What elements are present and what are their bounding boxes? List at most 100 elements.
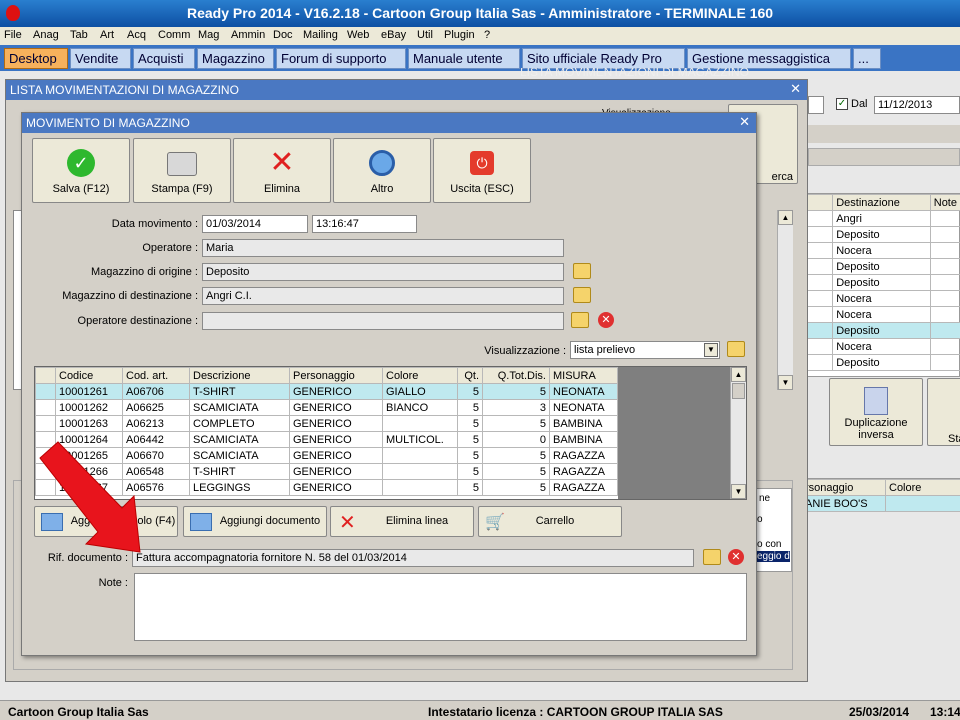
bg-strip-a <box>808 125 960 143</box>
menu-mailing[interactable]: Mailing <box>303 29 338 41</box>
time-field[interactable]: 13:16:47 <box>312 215 417 233</box>
list-item[interactable]: Nocera <box>794 242 960 259</box>
clear-icon[interactable]: ✕ <box>728 549 744 565</box>
red-x-icon: ✕ <box>339 512 356 534</box>
menu-mag[interactable]: Mag <box>198 29 219 41</box>
scroll-down-icon[interactable]: ▼ <box>778 375 793 390</box>
dal-label: Dal <box>851 98 868 110</box>
menu-file[interactable]: File <box>4 29 22 41</box>
list-item[interactable]: Deposito <box>794 226 960 243</box>
list-item[interactable]: Deposito <box>794 322 960 339</box>
menu-tab[interactable]: Tab <box>70 29 88 41</box>
menu-util[interactable]: Util <box>417 29 433 41</box>
table-row[interactable]: ANIE BOO'S <box>801 495 960 512</box>
print-list-button[interactable]: Sta <box>927 378 960 446</box>
scroll-up-icon[interactable]: ▲ <box>778 210 793 225</box>
folder-icon[interactable] <box>571 312 589 328</box>
menu-web[interactable]: Web <box>347 29 369 41</box>
tab-magazzino[interactable]: Magazzino <box>197 48 274 69</box>
dialog-titlebar: MOVIMENTO DI MAGAZZINO <box>22 113 756 133</box>
strawberry-app-icon[interactable] <box>6 5 20 21</box>
cart-button[interactable]: 🛒 Carrello <box>478 506 622 537</box>
folder-icon[interactable] <box>573 263 591 279</box>
list-item[interactable]: Angri <box>794 210 960 227</box>
tab-forum[interactable]: Forum di supporto <box>276 48 406 69</box>
tab-desktop[interactable]: Desktop <box>4 48 68 69</box>
delete-line-button[interactable]: ✕ Elimina linea <box>330 506 474 537</box>
menu-doc[interactable]: Doc <box>273 29 293 41</box>
close-icon[interactable]: ✕ <box>790 81 801 97</box>
clear-icon[interactable]: ✕ <box>598 312 614 328</box>
col-colore[interactable]: Colore <box>382 367 458 384</box>
rif-document-field[interactable]: Fattura accompagnatoria fornitore N. 58 … <box>132 549 694 567</box>
col-descrizione[interactable]: Descrizione <box>189 367 290 384</box>
folder-icon[interactable] <box>573 287 591 303</box>
add-document-button[interactable]: Aggiungi documento <box>183 506 327 537</box>
col-misura[interactable]: MISURA <box>549 367 618 384</box>
menu-ammin[interactable]: Ammin <box>231 29 265 41</box>
menu-art[interactable]: Art <box>100 29 114 41</box>
list-item[interactable]: Deposito <box>794 274 960 291</box>
list-item[interactable]: Nocera <box>794 306 960 323</box>
destination-warehouse-field[interactable]: Angri C.I. <box>202 287 564 305</box>
menu-comm[interactable]: Comm <box>158 29 190 41</box>
other-button[interactable]: Altro <box>333 138 431 203</box>
date-field[interactable]: 01/03/2014 <box>202 215 308 233</box>
tab-manuale[interactable]: Manuale utente <box>408 48 520 69</box>
delete-button[interactable]: ✕ Elimina <box>233 138 331 203</box>
note-header[interactable]: Note <box>929 194 960 211</box>
list-item[interactable]: Deposito <box>794 354 960 371</box>
menu-ebay[interactable]: eBay <box>381 29 406 41</box>
menu-help[interactable]: ? <box>484 29 490 41</box>
colore-header[interactable]: Colore <box>885 479 960 496</box>
list-scrollbar[interactable]: ▲ ▼ <box>777 210 793 390</box>
list-item[interactable]: Nocera <box>794 290 960 307</box>
table-row[interactable]: 10001263 A06213 COMPLETO GENERICO 5 5 BAMBINA <box>35 415 618 432</box>
menu-acq[interactable]: Acq <box>127 29 146 41</box>
tab-acquisti[interactable]: Acquisti <box>133 48 195 69</box>
view-label: Visualizzazione : <box>484 345 566 357</box>
origin-warehouse-field[interactable]: Deposito <box>202 263 564 281</box>
dal-checkbox[interactable]: ✓ <box>836 98 848 110</box>
red-x-icon: ✕ <box>269 146 295 179</box>
grid-scrollbar[interactable]: ▲ ▼ <box>730 367 746 499</box>
note-textarea[interactable] <box>134 573 747 641</box>
tab-vendite[interactable]: Vendite <box>70 48 131 69</box>
cart-icon: 🛒 <box>485 514 505 531</box>
duplicate-inverse-button[interactable]: Duplicazione inversa <box>829 378 923 446</box>
stock-movement-dialog: MOVIMENTO DI MAGAZZINO ✕ ✓ Salva (F12) S… <box>21 112 757 656</box>
tab-messaggistica[interactable]: Gestione messaggistica <box>687 48 851 69</box>
dest-header[interactable]: Destinazione <box>832 194 931 211</box>
folder-icon[interactable] <box>727 341 745 357</box>
date-from-field[interactable] <box>808 96 824 114</box>
scroll-thumb[interactable] <box>732 383 745 399</box>
dest-operator-field[interactable] <box>202 312 564 330</box>
tab-sito[interactable]: Sito ufficiale Ready Pro <box>522 48 685 69</box>
chevron-down-icon[interactable]: ▼ <box>704 343 718 357</box>
col-cod-art[interactable]: Cod. art. <box>122 367 190 384</box>
list-item[interactable]: Deposito <box>794 258 960 275</box>
col-qtot[interactable]: Q.Tot.Dis. <box>482 367 550 384</box>
printer-icon <box>167 152 197 176</box>
view-select[interactable]: lista prelievo ▼ <box>570 341 720 359</box>
table-row[interactable]: 10001261 A06706 T-SHIRT GENERICO GIALLO 5 5 NEO… <box>35 383 618 400</box>
table-row[interactable]: 10001262 A06625 SCAMICIATA GENERICO BIANCO 5 3… <box>35 399 618 416</box>
save-button[interactable]: ✓ Salva (F12) <box>32 138 130 203</box>
menu-plugin[interactable]: Plugin <box>444 29 475 41</box>
folder-icon[interactable] <box>703 549 721 565</box>
scroll-up-icon[interactable]: ▲ <box>731 367 746 382</box>
menu-anag[interactable]: Anag <box>33 29 59 41</box>
tab-strip: Desktop Vendite Acquisti Magazzino Forum… <box>0 45 960 71</box>
col-personaggio[interactable]: Personaggio <box>289 367 383 384</box>
col-qt[interactable]: Qt. <box>457 367 483 384</box>
personaggio-header[interactable]: rsonaggio <box>801 479 886 496</box>
scroll-down-icon[interactable]: ▼ <box>731 484 746 499</box>
list-item[interactable]: Nocera <box>794 338 960 355</box>
col-codice[interactable]: Codice <box>55 367 123 384</box>
print-button[interactable]: Stampa (F9) <box>133 138 231 203</box>
tab-more[interactable]: ... <box>853 48 881 69</box>
dialog-close-icon[interactable]: ✕ <box>739 114 750 130</box>
operator-field[interactable]: Maria <box>202 239 564 257</box>
exit-button[interactable]: ⏻ Uscita (ESC) <box>433 138 531 203</box>
dal-date-field[interactable]: 11/12/2013 <box>874 96 960 114</box>
